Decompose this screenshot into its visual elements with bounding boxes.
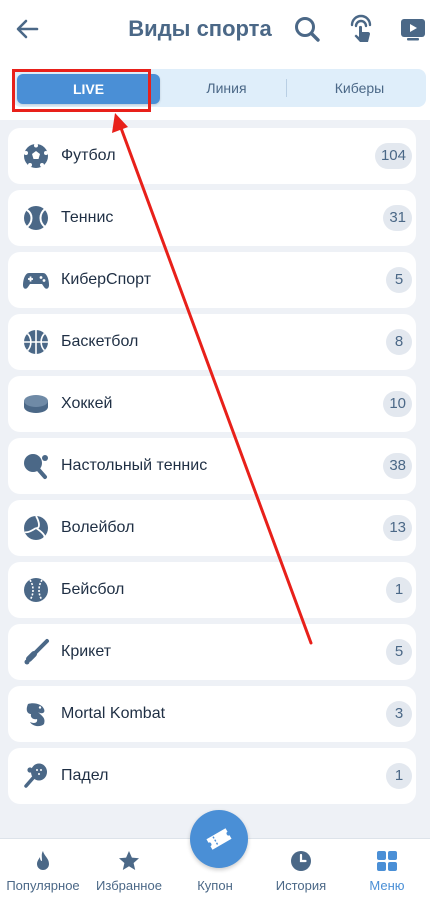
padel-icon: [24, 763, 47, 788]
annotation-highlight-box: [12, 69, 151, 112]
tennis-icon: [24, 206, 48, 230]
sport-row-esports[interactable]: КиберСпорт 5: [8, 252, 416, 308]
sport-label: Баскетбол: [61, 333, 139, 350]
sport-row-volleyball[interactable]: Волейбол 13: [8, 500, 416, 556]
event-count-badge: 1: [386, 577, 412, 603]
dragon-icon: [26, 703, 45, 727]
cricket-icon: [24, 639, 49, 665]
sport-row-basketball[interactable]: Баскетбол 8: [8, 314, 416, 370]
top-app-bar: Виды спорта: [0, 0, 430, 60]
event-count-badge: 13: [383, 515, 412, 541]
flame-icon: [37, 851, 49, 870]
gamepad-icon: [23, 273, 49, 289]
sport-label: Хоккей: [61, 395, 113, 412]
sport-row-hockey[interactable]: Хоккей 10: [8, 376, 416, 432]
sport-row-baseball[interactable]: Бейсбол 1: [8, 562, 416, 618]
ticket-icon: [206, 828, 232, 850]
nav-menu[interactable]: Меню: [344, 839, 430, 901]
search-icon[interactable]: [291, 13, 323, 45]
event-count-badge: 3: [386, 701, 412, 727]
sport-label: Крикет: [61, 643, 112, 660]
event-count-badge: 104: [374, 143, 412, 169]
tab-cyber[interactable]: Киберы: [293, 69, 426, 107]
sport-label: Падел: [61, 767, 109, 784]
sport-row-mortal-kombat[interactable]: Mortal Kombat 3: [8, 686, 416, 742]
grid-icon: [377, 851, 397, 871]
sport-row-football[interactable]: Футбол 104: [8, 128, 416, 184]
sport-label: Mortal Kombat: [61, 705, 166, 722]
event-count-badge: 38: [383, 453, 412, 479]
nav-label: Купон: [197, 878, 233, 893]
coupon-button[interactable]: [190, 810, 248, 868]
nav-popular[interactable]: Популярное: [0, 839, 86, 901]
nav-label: Популярное: [6, 878, 80, 893]
clock-icon: [291, 851, 311, 871]
sport-row-cricket[interactable]: Крикет 5: [8, 624, 416, 680]
page-title: Виды спорта: [128, 16, 272, 41]
event-count-badge: 1: [386, 763, 412, 789]
event-count-badge: 5: [386, 639, 412, 665]
tab-divider: [286, 79, 287, 97]
volleyball-icon: [24, 515, 48, 540]
event-count-badge: 5: [386, 267, 412, 293]
hockey-puck-icon: [24, 395, 48, 413]
sport-row-table-tennis[interactable]: Настольный теннис 38: [8, 438, 416, 494]
sport-label: Волейбол: [61, 519, 135, 536]
sport-row-tennis[interactable]: Теннис 31: [8, 190, 416, 246]
touch-finger-icon[interactable]: [345, 13, 377, 45]
football-icon: [24, 143, 48, 168]
event-count-badge: 8: [386, 329, 412, 355]
sport-label: Настольный теннис: [61, 457, 208, 474]
nav-label: История: [275, 878, 327, 893]
sport-label: Футбол: [61, 147, 116, 164]
back-arrow-icon[interactable]: [12, 14, 42, 44]
table-tennis-icon: [24, 454, 48, 479]
sport-label: Бейсбол: [61, 581, 125, 598]
star-icon: [119, 851, 139, 870]
nav-label: Меню: [369, 878, 405, 893]
baseball-icon: [24, 578, 48, 602]
sport-label: Теннис: [61, 209, 114, 226]
event-count-badge: 31: [383, 205, 412, 231]
basketball-icon: [24, 330, 48, 354]
tab-line[interactable]: Линия: [160, 69, 293, 107]
event-count-badge: 10: [383, 391, 412, 417]
sport-row-padel[interactable]: Падел 1: [8, 748, 416, 804]
sport-label: КиберСпорт: [61, 271, 152, 288]
nav-favorites[interactable]: Избранное: [86, 839, 172, 901]
nav-history[interactable]: История: [258, 839, 344, 901]
tv-broadcast-icon[interactable]: [397, 13, 429, 45]
nav-label: Избранное: [96, 878, 162, 893]
